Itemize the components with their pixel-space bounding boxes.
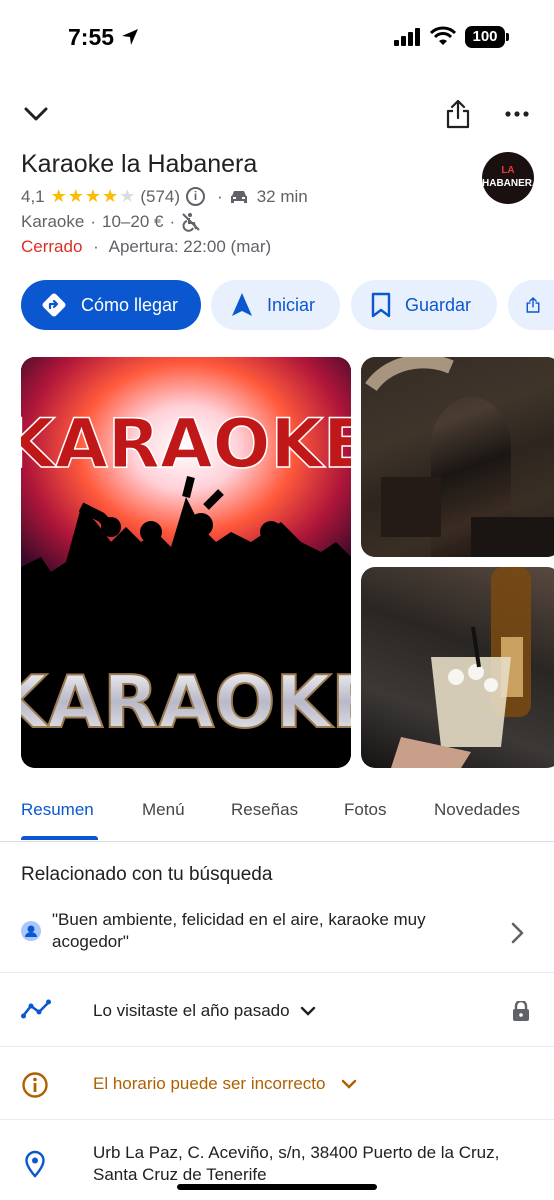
- timeline-icon: [21, 999, 51, 1019]
- home-indicator[interactable]: [177, 1184, 377, 1190]
- drink-image: [391, 567, 531, 768]
- chevron-right-icon: [511, 922, 524, 944]
- save-label: Guardar: [405, 294, 472, 315]
- price-range: 10–20 €: [102, 212, 164, 231]
- rating-stars: ★★★★★: [50, 186, 137, 206]
- share-button[interactable]: [440, 96, 476, 132]
- related-title: Relacionado con tu búsqueda: [21, 864, 273, 885]
- hours-warning-text: El horario puede ser incorrecto: [93, 1074, 357, 1094]
- separator-dot: ·: [169, 212, 176, 231]
- collapse-button[interactable]: [18, 96, 54, 132]
- karaoke-text-top: KARAOKE: [21, 405, 351, 484]
- separator-dot: ·: [90, 212, 96, 231]
- save-button[interactable]: Guardar: [351, 280, 497, 330]
- chevron-down-icon: [300, 1006, 315, 1016]
- place-title: Karaoke la Habanera: [21, 150, 258, 178]
- chevron-down-icon: [24, 107, 48, 121]
- info-icon: [22, 1072, 48, 1098]
- rating-row: 4,1 ★★★★★ (574) i · 32 min: [21, 186, 308, 207]
- tab-menu[interactable]: Menú: [142, 800, 185, 820]
- opening-time: Apertura: 22:00 (mar): [108, 237, 272, 256]
- karaoke-text-bottom: KARAOKE: [21, 660, 351, 744]
- tab-summary[interactable]: Resumen: [21, 800, 94, 820]
- active-tab-indicator: [21, 836, 98, 840]
- address-text[interactable]: Urb La Paz, C. Aceviño, s/n, 38400 Puert…: [93, 1142, 533, 1186]
- visited-row[interactable]: Lo visitaste el año pasado: [0, 974, 554, 1047]
- photo-drink[interactable]: [361, 567, 554, 768]
- start-button[interactable]: Iniciar: [211, 280, 340, 330]
- separator-dot: ·: [93, 237, 99, 256]
- wifi-icon: [430, 26, 456, 45]
- rating-value: 4,1: [21, 186, 45, 206]
- location-pin-icon: [25, 1150, 45, 1178]
- more-icon: [505, 111, 529, 117]
- battery-tip: [506, 33, 509, 41]
- share-icon: [446, 99, 470, 129]
- no-wheelchair-icon: [182, 213, 200, 232]
- signal-icon: [394, 28, 420, 46]
- share-icon: [526, 297, 540, 313]
- visited-text: Lo visitaste el año pasado: [93, 1001, 316, 1021]
- directions-button[interactable]: Cómo llegar: [21, 280, 201, 330]
- hours-row[interactable]: Cerrado · Apertura: 22:00 (mar): [21, 237, 271, 257]
- start-label: Iniciar: [267, 294, 316, 315]
- share-chip-button[interactable]: [508, 280, 554, 330]
- karaoke-poster-image: KARAOKE KARAOKE: [21, 357, 351, 768]
- separator-dot: ·: [217, 186, 223, 206]
- status-closed: Cerrado: [21, 237, 83, 256]
- avatar-logo: LA HABANERA: [482, 165, 534, 189]
- review-count[interactable]: (574): [140, 187, 180, 207]
- status-time: 7:55: [68, 24, 115, 50]
- tab-reviews[interactable]: Reseñas: [231, 800, 298, 820]
- person-icon: [21, 921, 41, 941]
- hours-warning-row[interactable]: El horario puede ser incorrecto: [0, 1047, 554, 1120]
- drive-time: 32 min: [256, 186, 308, 206]
- directions-label: Cómo llegar: [81, 294, 179, 315]
- chevron-down-icon: [342, 1079, 357, 1089]
- navigation-icon: [232, 293, 252, 316]
- status-bar: 7:55 100: [0, 0, 554, 76]
- meta-row: Karaoke · 10–20 € ·: [21, 212, 201, 232]
- place-avatar[interactable]: LA HABANERA: [482, 152, 534, 204]
- lock-icon: [513, 1001, 529, 1021]
- tab-updates[interactable]: Novedades: [434, 800, 520, 820]
- tab-photos[interactable]: Fotos: [344, 800, 387, 820]
- battery-level: 100: [465, 26, 505, 48]
- location-arrow-icon: [122, 29, 138, 45]
- photo-interior[interactable]: [361, 357, 554, 557]
- category: Karaoke: [21, 212, 85, 231]
- more-options-button[interactable]: [499, 96, 535, 132]
- bookmark-icon: [371, 292, 391, 318]
- review-quote: "Buen ambiente, felicidad en el aire, ka…: [52, 910, 426, 951]
- photo-main[interactable]: KARAOKE KARAOKE: [21, 357, 351, 768]
- bar-interior-image: [361, 357, 554, 557]
- info-icon[interactable]: i: [186, 187, 206, 206]
- tab-bar: Resumen Menú Reseñas Fotos Novedades: [0, 788, 554, 842]
- car-icon: [230, 190, 247, 203]
- directions-icon: [42, 293, 66, 317]
- review-snippet[interactable]: "Buen ambiente, felicidad en el aire, ka…: [0, 905, 554, 973]
